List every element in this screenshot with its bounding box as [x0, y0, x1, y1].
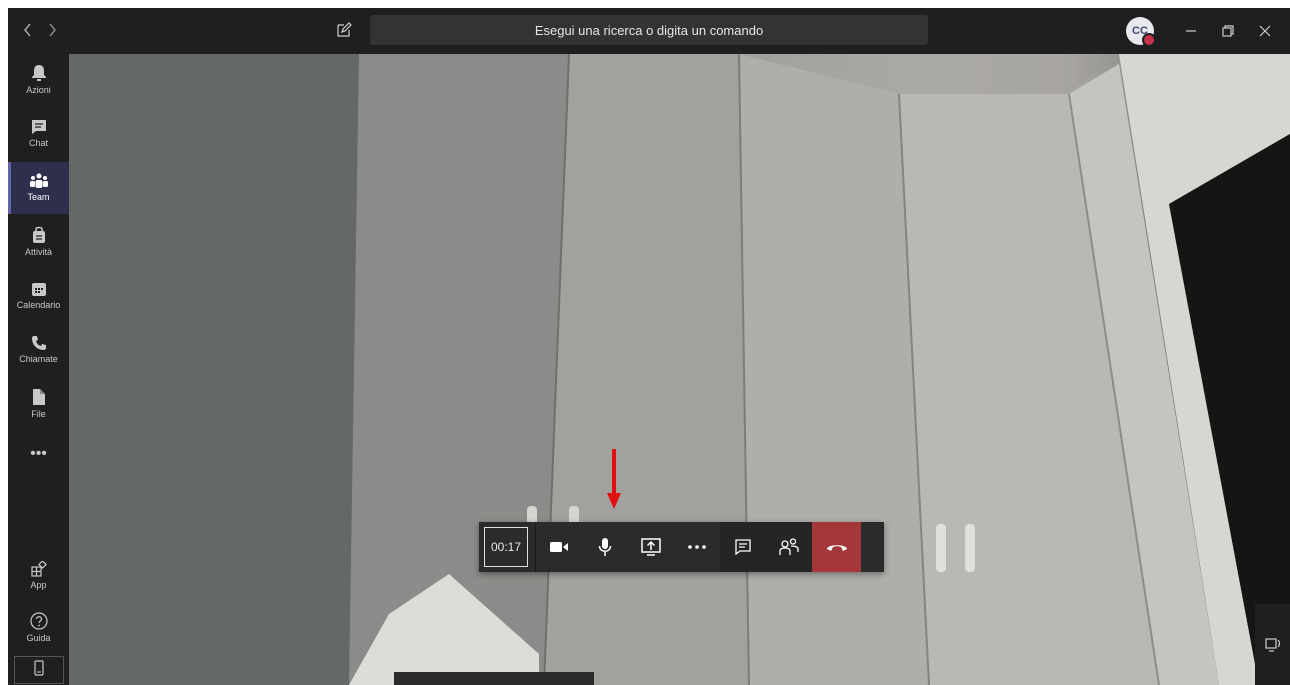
assignments-icon	[32, 226, 45, 243]
rail-label: Chiamate	[19, 354, 58, 364]
call-timer: 00:17	[484, 527, 528, 567]
rail-item-team[interactable]: Team	[8, 162, 69, 214]
hang-up-icon	[826, 545, 847, 551]
rail-label: Guida	[26, 633, 51, 643]
camera-feed-image	[69, 54, 1290, 685]
help-icon	[29, 612, 48, 630]
rail-item-azioni[interactable]: Azioni	[8, 54, 69, 106]
rail-item-chiamate[interactable]: Chiamate	[8, 324, 69, 376]
search-input[interactable]: Esegui una ricerca o digita un comando	[370, 15, 928, 45]
rail-item-guida[interactable]: Guida	[8, 602, 69, 654]
close-button[interactable]	[1250, 16, 1280, 46]
rail-label: Attività	[24, 247, 52, 257]
file-icon	[32, 389, 45, 405]
forward-button[interactable]	[42, 20, 62, 40]
chat-icon	[31, 120, 46, 134]
camera-icon	[550, 542, 568, 552]
close-icon	[1259, 25, 1271, 37]
camera-button[interactable]	[536, 522, 582, 572]
microphone-button[interactable]	[582, 522, 628, 572]
new-chat-button[interactable]	[333, 19, 355, 41]
video-stage	[69, 54, 1290, 685]
red-arrow-annotation	[607, 449, 621, 509]
rail-label: Calendario	[16, 300, 61, 310]
call-controls: 00:17	[479, 522, 884, 572]
rail-item-attivita[interactable]: Attività	[8, 216, 69, 268]
teams-window: Esegui una ricerca o digita un comando C…	[8, 8, 1290, 685]
restore-icon	[1222, 25, 1234, 37]
rail-item-device[interactable]	[8, 654, 69, 685]
presence-busy-icon	[1142, 33, 1156, 47]
show-participants-button[interactable]	[766, 522, 812, 572]
chevron-right-icon	[49, 23, 56, 37]
share-screen-icon	[641, 538, 661, 556]
rail-item-file[interactable]: File	[8, 378, 69, 430]
rail-item-app[interactable]: App	[8, 550, 69, 602]
chevron-left-icon	[24, 23, 31, 37]
share-screen-button[interactable]	[628, 522, 674, 572]
search-placeholder: Esegui una ricerca o digita un comando	[534, 22, 764, 38]
minimize-button[interactable]	[1176, 16, 1206, 46]
minimize-icon	[1186, 30, 1196, 32]
device-icon	[33, 660, 44, 676]
rail-item-calendario[interactable]: Calendario	[8, 270, 69, 322]
rail-label: Team	[27, 192, 50, 202]
rail-label: Azioni	[26, 85, 51, 95]
conversation-icon	[735, 539, 751, 555]
team-icon	[29, 173, 48, 188]
app-bar: Azioni Chat Team Attività Calendario Chi…	[8, 54, 69, 685]
participants-icon	[779, 538, 799, 555]
bell-icon	[31, 65, 46, 81]
rail-label: App	[30, 580, 47, 590]
calendar-icon	[31, 283, 46, 296]
rail-item-more[interactable]: •••	[8, 428, 69, 480]
title-bar: Esegui una ricerca o digita un comando C…	[8, 8, 1290, 54]
device-settings-button[interactable]	[1255, 604, 1290, 685]
compose-icon	[337, 22, 352, 37]
more-icon: •••	[30, 445, 47, 462]
more-actions-button[interactable]	[674, 522, 720, 572]
phone-icon	[31, 336, 46, 350]
hang-up-button[interactable]	[812, 522, 861, 572]
restore-button[interactable]	[1213, 16, 1243, 46]
more-icon	[688, 545, 706, 549]
device-button[interactable]	[13, 655, 64, 684]
show-conversation-button[interactable]	[720, 522, 766, 572]
back-button[interactable]	[18, 20, 38, 40]
avatar[interactable]: CC	[1126, 17, 1156, 47]
screen-share-tray-icon	[1264, 637, 1280, 652]
rail-label: Chat	[28, 138, 48, 148]
microphone-icon	[598, 538, 612, 556]
apps-icon	[30, 561, 47, 577]
rail-label: File	[31, 409, 46, 419]
rail-item-chat[interactable]: Chat	[8, 108, 69, 160]
